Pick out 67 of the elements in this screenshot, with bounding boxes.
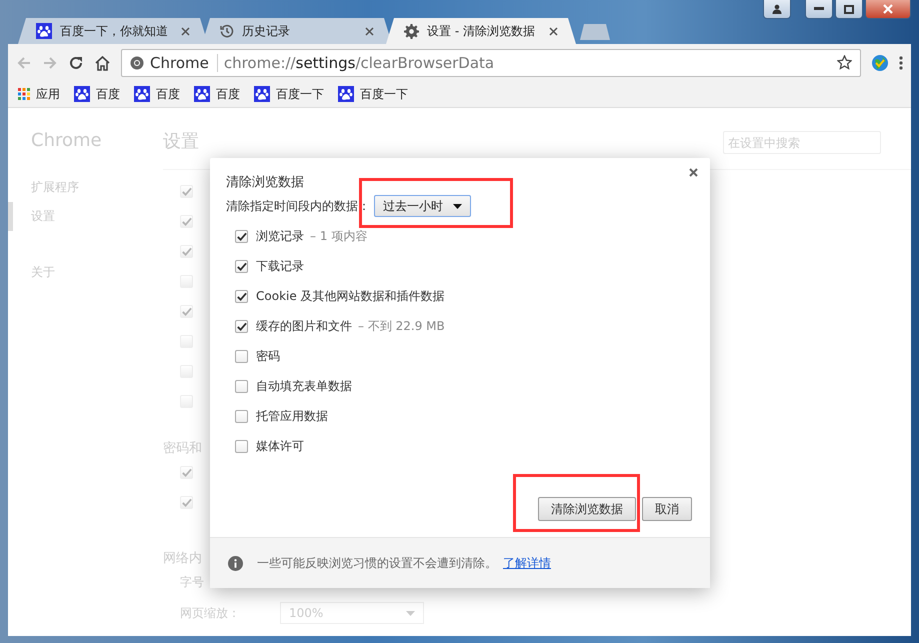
option-label: Cookie 及其他网站数据和插件数据 [256,288,445,304]
bookmark-item[interactable]: 百度 [194,86,240,102]
time-range-label: 清除指定时间段内的数据： [226,198,370,214]
checkbox[interactable] [235,380,248,392]
bookmark-item[interactable]: 百度 [134,86,180,102]
profile-button[interactable] [763,0,791,19]
checkbox[interactable] [235,410,248,422]
maximize-button[interactable] [835,0,863,19]
close-icon [883,4,893,14]
option-label: 密码 [256,348,280,364]
url-text: chrome://settings/clearBrowserData [224,54,496,72]
close-tab-icon[interactable] [365,26,374,36]
dropdown-arrow-icon [406,610,415,616]
checkbox[interactable] [235,230,248,242]
checkbox[interactable] [235,440,248,452]
checkbox[interactable] [235,320,248,332]
paw-icon [74,86,90,102]
paw-icon [194,86,210,102]
history-icon [220,24,234,38]
dialog-title: 清除浏览数据 [226,174,304,187]
learn-more-link[interactable]: 了解详情 [503,556,551,570]
option-label: 缓存的图片和文件 – 不到 22.9 MB [256,318,445,334]
reload-icon[interactable] [68,54,84,70]
site-chip: Chrome [150,54,218,72]
option-label: 媒体许可 [256,438,304,454]
checkbox[interactable] [235,290,248,302]
bookmark-item[interactable]: 百度一下 [338,86,408,102]
extension-globe-icon[interactable] [871,54,889,72]
close-tab-icon[interactable] [181,26,190,36]
option-label: 托管应用数据 [256,408,328,424]
forward-icon[interactable] [42,54,58,70]
paw-icon [36,23,52,39]
browser-tab[interactable]: 设置 - 清除浏览数据 [386,18,576,44]
checkbox[interactable] [235,350,248,362]
bookmark-item[interactable]: 应用 [18,86,60,102]
address-bar[interactable]: Chrome chrome://settings/clearBrowserData [121,48,861,76]
option-label: 浏览记录 – 1 项内容 [256,228,368,244]
option-label: 自动填充表单数据 [256,378,352,394]
bookmark-item[interactable]: 百度一下 [254,86,324,102]
dropdown-arrow-icon [453,204,462,208]
info-icon [228,556,243,570]
gear-icon [404,24,419,38]
back-icon[interactable] [16,54,32,70]
close-button[interactable] [865,0,911,19]
chrome-logo-icon [130,56,144,70]
paw-icon [338,86,354,102]
paw-icon [134,86,150,102]
apps-grid-icon [18,88,30,100]
maximize-icon [844,4,854,14]
close-button[interactable] [687,166,700,179]
option-label: 下载记录 [256,258,304,274]
star-icon[interactable] [837,55,852,70]
close-icon [689,168,698,177]
menu-icon[interactable] [899,54,903,70]
close-tab-icon[interactable] [549,26,558,36]
minimize-icon [814,7,824,11]
checkbox[interactable] [235,260,248,272]
minimize-button[interactable] [805,0,833,19]
bookmark-item[interactable]: 百度 [74,86,120,102]
cancel-button[interactable]: 取消 [642,497,692,521]
new-tab-button[interactable] [580,24,610,40]
paw-icon [254,86,270,102]
clear-data-button[interactable]: 清除浏览数据 [538,497,636,521]
time-range-select[interactable]: 过去一小时 [374,195,471,217]
home-icon[interactable] [94,54,111,70]
footer-note: 一些可能反映浏览习惯的设置不会遭到清除。 了解详情 [257,554,551,572]
person-icon [772,4,782,14]
